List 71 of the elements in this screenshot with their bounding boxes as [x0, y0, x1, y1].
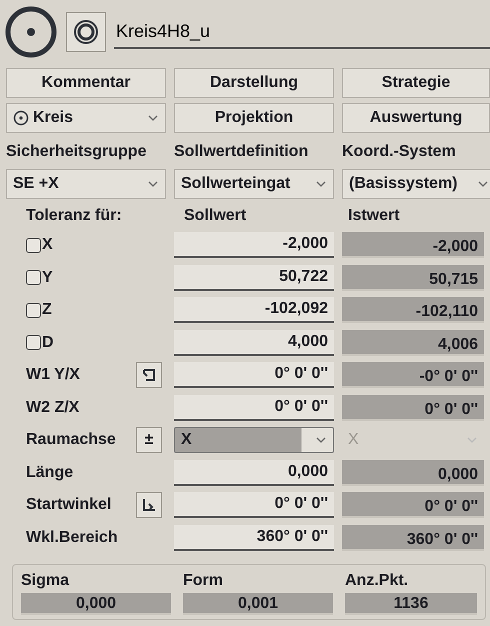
caret-icon: [147, 179, 159, 189]
field-label: Sollwertdefinition: [174, 142, 308, 162]
nominal-field[interactable]: 50,722: [174, 264, 334, 291]
axis-select[interactable]: X: [174, 427, 334, 454]
icon-button[interactable]: [136, 492, 162, 518]
stat-label: Form: [183, 571, 224, 591]
angle-icon: [141, 498, 157, 512]
row-label: Z: [42, 300, 52, 320]
tab-button[interactable]: Darstellung: [174, 68, 334, 98]
row-label: Y: [42, 268, 53, 288]
actual-value: -102,110: [342, 297, 484, 324]
field-label: Sicherheitsgruppe: [6, 142, 146, 162]
row-label: X: [42, 235, 53, 256]
nominal-field[interactable]: 0° 0' 0'': [174, 362, 334, 388]
nominal-field[interactable]: 0,000: [174, 460, 334, 486]
field-label: Koord.-System: [342, 142, 456, 162]
select-value: Kreis: [33, 108, 74, 128]
name-field[interactable]: Kreis4H8_u: [114, 16, 490, 48]
actual-value: 360° 0' 0'': [342, 524, 484, 551]
icon-button[interactable]: [136, 362, 162, 388]
caret-icon: [315, 179, 327, 189]
actual-value: 0° 0' 0'': [342, 492, 484, 518]
geometry-select[interactable]: Kreis: [6, 103, 166, 133]
dropdown[interactable]: SE +X: [6, 169, 166, 199]
sign-button[interactable]: ±: [136, 427, 162, 454]
row-label: Länge: [26, 462, 74, 483]
actual-value: 50,715: [342, 264, 484, 291]
nominal-field[interactable]: -2,000: [174, 232, 334, 258]
nominal-field[interactable]: -102,092: [174, 297, 334, 324]
tab-button[interactable]: Kommentar: [6, 68, 166, 98]
nominal-field[interactable]: 0° 0' 0'': [174, 492, 334, 518]
row-label: D: [42, 332, 54, 353]
nominal-field[interactable]: 0° 0' 0'': [174, 394, 334, 421]
nominal-field[interactable]: 360° 0' 0'': [174, 524, 334, 551]
row-label: Raumachse: [26, 430, 116, 450]
stat-value: 0,000: [21, 593, 171, 615]
tab-button[interactable]: Strategie: [342, 68, 490, 98]
group-header: Toleranz für:: [26, 207, 122, 224]
caret-icon: [315, 435, 327, 446]
caret-icon: [477, 179, 489, 189]
caret-icon: [466, 435, 478, 446]
stat-label: Sigma: [21, 571, 70, 591]
checkbox[interactable]: [26, 335, 41, 350]
dropdown[interactable]: (Basissystem): [342, 169, 490, 199]
nominal-field[interactable]: 4,000: [174, 330, 334, 356]
circle-feature-icon: [4, 5, 58, 59]
corner-icon: [142, 368, 156, 382]
tab-button[interactable]: Projektion: [174, 103, 334, 133]
stat-value: 0,001: [183, 593, 333, 615]
caret-icon: [147, 113, 159, 123]
actual-value: 4,006: [342, 330, 484, 356]
target-icon: [73, 19, 99, 45]
checkbox[interactable]: [26, 270, 41, 286]
actual-value: 0° 0' 0'': [342, 394, 484, 421]
feature-type-button[interactable]: [66, 12, 106, 52]
row-label: Startwinkel: [26, 495, 112, 516]
row-label: W2 Z/X: [26, 398, 80, 418]
checkbox[interactable]: [26, 238, 41, 253]
actual-value: -0° 0' 0'': [342, 362, 484, 388]
row-label: W1 Y/X: [26, 365, 80, 386]
actual-value: -2,000: [342, 232, 484, 258]
dropdown[interactable]: Sollwerteingat: [174, 169, 334, 199]
column-header: Sollwert: [184, 207, 246, 224]
checkbox[interactable]: [26, 302, 41, 318]
column-header: Istwert: [348, 207, 400, 224]
stat-label: Anz.Pkt.: [345, 571, 410, 591]
tab-button[interactable]: Auswertung: [342, 103, 490, 133]
row-label: Wkl.Bereich: [26, 528, 118, 548]
stat-value: 1136: [345, 593, 477, 615]
circle-icon: [13, 110, 29, 126]
actual-value: 0,000: [342, 460, 484, 486]
